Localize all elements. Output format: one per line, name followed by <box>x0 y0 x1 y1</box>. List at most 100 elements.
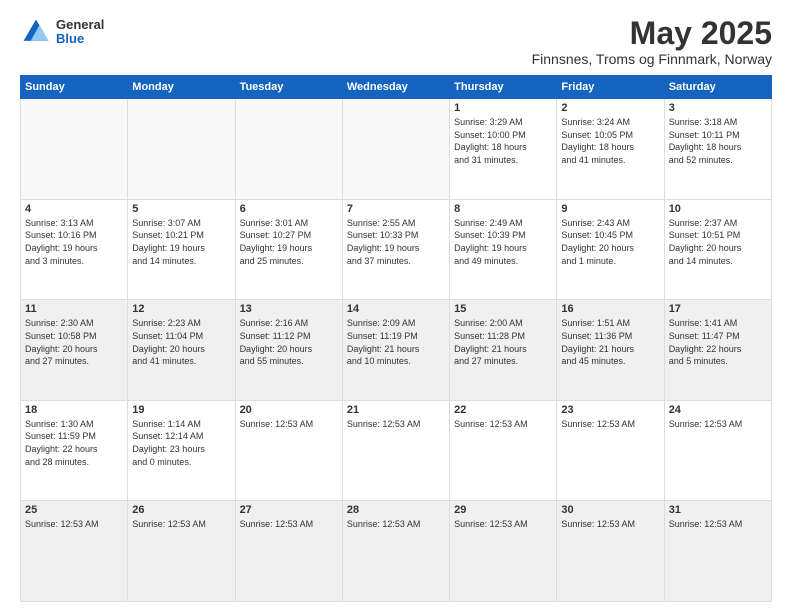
day-info: Sunrise: 2:55 AM Sunset: 10:33 PM Daylig… <box>347 217 445 267</box>
day-number: 14 <box>347 303 445 315</box>
day-info: Sunrise: 3:01 AM Sunset: 10:27 PM Daylig… <box>240 217 338 267</box>
page-subtitle: Finnsnes, Troms og Finnmark, Norway <box>532 51 772 67</box>
day-number: 3 <box>669 102 767 114</box>
day-info: Sunrise: 12:53 AM <box>347 418 445 431</box>
day-number: 16 <box>561 303 659 315</box>
weekday-header: Thursday <box>450 76 557 99</box>
weekday-header: Tuesday <box>235 76 342 99</box>
calendar-day-cell <box>21 99 128 200</box>
logo: General Blue <box>20 16 104 48</box>
calendar-day-cell: 3 Sunrise: 3:18 AM Sunset: 10:11 PM Dayli… <box>664 99 771 200</box>
day-info: Sunrise: 1:41 AM Sunset: 11:47 PM Daylig… <box>669 317 767 367</box>
day-info: Sunrise: 2:09 AM Sunset: 11:19 PM Daylig… <box>347 317 445 367</box>
calendar-day-cell: 15Sunrise: 2:00 AM Sunset: 11:28 PM Dayl… <box>450 300 557 401</box>
calendar-week-row: 18 Sunrise: 1:30 AM Sunset: 11:59 PM Dayl… <box>21 400 772 501</box>
calendar-day-cell: 26 Sunrise: 12:53 AM <box>128 501 235 602</box>
day-number: 8 <box>454 203 552 215</box>
day-number: 2 <box>561 102 659 114</box>
day-info: Sunrise: 12:53 AM <box>561 518 659 531</box>
day-info: Sunrise: 2:16 AM Sunset: 11:12 PM Daylig… <box>240 317 338 367</box>
day-number: 19 <box>132 404 230 416</box>
calendar-day-cell: 2Sunrise: 3:24 AM Sunset: 10:05 PM Dayli… <box>557 99 664 200</box>
calendar-day-cell: 17 Sunrise: 1:41 AM Sunset: 11:47 PM Dayl… <box>664 300 771 401</box>
calendar-day-cell: 10Sunrise: 2:37 AM Sunset: 10:51 PM Dayl… <box>664 199 771 300</box>
calendar-day-cell: 31Sunrise: 12:53 AM <box>664 501 771 602</box>
day-number: 26 <box>132 504 230 516</box>
day-info: Sunrise: 12:53 AM <box>454 418 552 431</box>
day-number: 5 <box>132 203 230 215</box>
day-info: Sunrise: 2:30 AM Sunset: 10:58 PM Daylig… <box>25 317 123 367</box>
calendar-day-cell: 30 Sunrise: 12:53 AM <box>557 501 664 602</box>
day-info: Sunrise: 12:53 AM <box>669 518 767 531</box>
logo-blue: Blue <box>56 32 104 46</box>
day-info: Sunrise: 2:43 AM Sunset: 10:45 PM Daylig… <box>561 217 659 267</box>
calendar-day-cell: 8 Sunrise: 2:49 AM Sunset: 10:39 PM Dayli… <box>450 199 557 300</box>
day-number: 6 <box>240 203 338 215</box>
day-info: Sunrise: 12:53 AM <box>669 418 767 431</box>
day-info: Sunrise: 12:53 AM <box>240 418 338 431</box>
calendar-day-cell: 27 Sunrise: 12:53 AM <box>235 501 342 602</box>
day-info: Sunrise: 3:29 AM Sunset: 10:00 PM Daylig… <box>454 116 552 166</box>
day-number: 13 <box>240 303 338 315</box>
day-info: Sunrise: 12:53 AM <box>347 518 445 531</box>
day-number: 28 <box>347 504 445 516</box>
logo-icon <box>20 16 52 48</box>
weekday-header: Sunday <box>21 76 128 99</box>
calendar-day-cell <box>128 99 235 200</box>
day-number: 18 <box>25 404 123 416</box>
day-info: Sunrise: 2:49 AM Sunset: 10:39 PM Daylig… <box>454 217 552 267</box>
calendar-day-cell: 6 Sunrise: 3:01 AM Sunset: 10:27 PM Dayli… <box>235 199 342 300</box>
day-number: 12 <box>132 303 230 315</box>
day-info: Sunrise: 2:37 AM Sunset: 10:51 PM Daylig… <box>669 217 767 267</box>
page-title: May 2025 <box>532 16 772 51</box>
day-number: 22 <box>454 404 552 416</box>
day-number: 23 <box>561 404 659 416</box>
day-number: 17 <box>669 303 767 315</box>
day-info: Sunrise: 12:53 AM <box>561 418 659 431</box>
calendar-day-cell: 20 Sunrise: 12:53 AM <box>235 400 342 501</box>
page: General Blue May 2025 Finnsnes, Troms og… <box>0 0 792 612</box>
calendar-day-cell: 18 Sunrise: 1:30 AM Sunset: 11:59 PM Dayl… <box>21 400 128 501</box>
day-number: 4 <box>25 203 123 215</box>
day-info: Sunrise: 3:07 AM Sunset: 10:21 PM Daylig… <box>132 217 230 267</box>
weekday-header: Friday <box>557 76 664 99</box>
calendar-day-cell: 24Sunrise: 12:53 AM <box>664 400 771 501</box>
calendar-day-cell <box>235 99 342 200</box>
calendar-day-cell: 12 Sunrise: 2:23 AM Sunset: 11:04 PM Dayl… <box>128 300 235 401</box>
calendar-day-cell: 23 Sunrise: 12:53 AM <box>557 400 664 501</box>
day-number: 21 <box>347 404 445 416</box>
calendar-day-cell: 5 Sunrise: 3:07 AM Sunset: 10:21 PM Dayli… <box>128 199 235 300</box>
calendar-header-row: SundayMondayTuesdayWednesdayThursdayFrid… <box>21 76 772 99</box>
day-info: Sunrise: 3:18 AM Sunset: 10:11 PM Daylig… <box>669 116 767 166</box>
day-info: Sunrise: 2:23 AM Sunset: 11:04 PM Daylig… <box>132 317 230 367</box>
calendar-day-cell: 1 Sunrise: 3:29 AM Sunset: 10:00 PM Dayli… <box>450 99 557 200</box>
day-info: Sunrise: 1:30 AM Sunset: 11:59 PM Daylig… <box>25 418 123 468</box>
day-info: Sunrise: 12:53 AM <box>454 518 552 531</box>
calendar-day-cell: 19Sunrise: 1:14 AM Sunset: 12:14 AM Dayl… <box>128 400 235 501</box>
day-info: Sunrise: 12:53 AM <box>132 518 230 531</box>
day-number: 7 <box>347 203 445 215</box>
day-number: 30 <box>561 504 659 516</box>
weekday-header: Wednesday <box>342 76 449 99</box>
calendar-day-cell: 4 Sunrise: 3:13 AM Sunset: 10:16 PM Dayli… <box>21 199 128 300</box>
day-number: 9 <box>561 203 659 215</box>
day-number: 11 <box>25 303 123 315</box>
calendar-day-cell: 14 Sunrise: 2:09 AM Sunset: 11:19 PM Dayl… <box>342 300 449 401</box>
day-number: 29 <box>454 504 552 516</box>
day-info: Sunrise: 12:53 AM <box>240 518 338 531</box>
calendar-day-cell: 9 Sunrise: 2:43 AM Sunset: 10:45 PM Dayli… <box>557 199 664 300</box>
calendar-day-cell: 21 Sunrise: 12:53 AM <box>342 400 449 501</box>
calendar-day-cell <box>342 99 449 200</box>
day-info: Sunrise: 2:00 AM Sunset: 11:28 PM Daylig… <box>454 317 552 367</box>
calendar-week-row: 25Sunrise: 12:53 AM26Sunrise: 12:53 AM27… <box>21 501 772 602</box>
day-number: 1 <box>454 102 552 114</box>
calendar-day-cell: 25Sunrise: 12:53 AM <box>21 501 128 602</box>
day-number: 20 <box>240 404 338 416</box>
calendar-week-row: 11 Sunrise: 2:30 AM Sunset: 10:58 PM Dayl… <box>21 300 772 401</box>
day-number: 27 <box>240 504 338 516</box>
day-info: Sunrise: 12:53 AM <box>25 518 123 531</box>
day-info: Sunrise: 3:13 AM Sunset: 10:16 PM Daylig… <box>25 217 123 267</box>
weekday-header: Saturday <box>664 76 771 99</box>
calendar-day-cell: 28 Sunrise: 12:53 AM <box>342 501 449 602</box>
calendar-day-cell: 7 Sunrise: 2:55 AM Sunset: 10:33 PM Dayli… <box>342 199 449 300</box>
